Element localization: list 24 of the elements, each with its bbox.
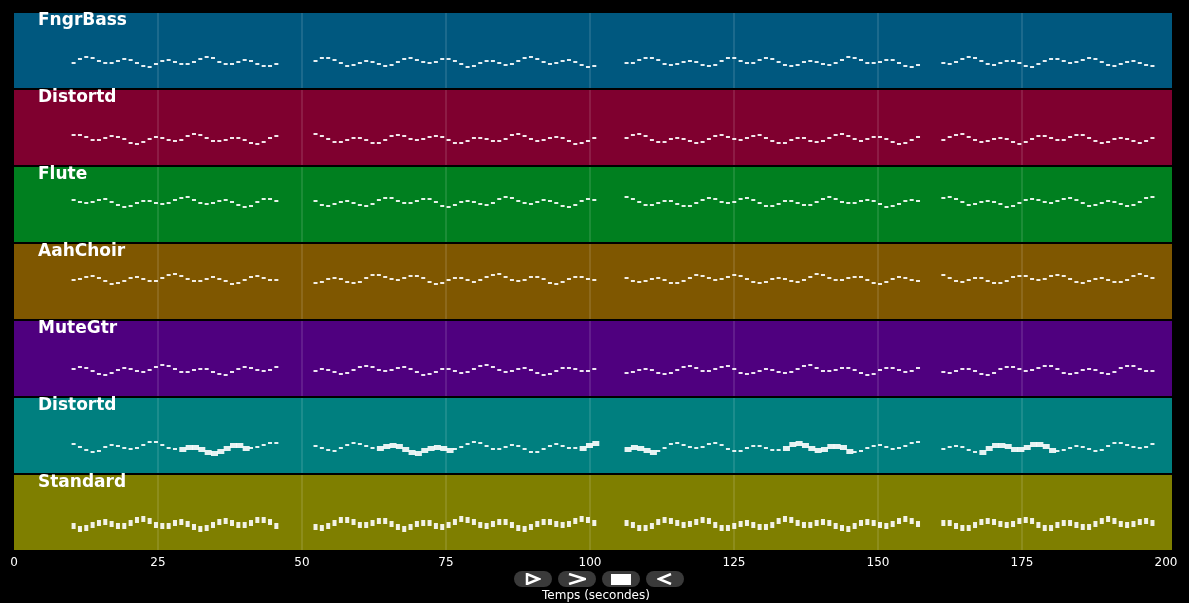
forward-button[interactable] bbox=[557, 571, 596, 587]
axis-tick-label: 100 bbox=[578, 555, 602, 569]
axis-tick-label: 75 bbox=[438, 555, 454, 569]
axis-tick-label: 175 bbox=[1010, 555, 1034, 569]
track-name: Standard bbox=[38, 471, 127, 491]
stop-icon bbox=[610, 573, 631, 585]
track-name: MuteGtr bbox=[38, 317, 118, 337]
axis-tick-label: 25 bbox=[150, 555, 166, 569]
axis-tick-label: 0 bbox=[10, 555, 18, 569]
axis-tick-label: 200 bbox=[1154, 555, 1178, 569]
play-button[interactable] bbox=[513, 571, 552, 587]
stop-button[interactable] bbox=[601, 571, 640, 587]
axis-tick-label: 50 bbox=[294, 555, 310, 569]
track-name: FngrBass bbox=[38, 9, 127, 29]
axis-tick-label: 150 bbox=[866, 555, 890, 569]
chevron-right-icon bbox=[567, 573, 586, 585]
reverse-button[interactable] bbox=[645, 571, 684, 587]
axis-tick-label: 125 bbox=[722, 555, 746, 569]
axis-label: Temps (secondes) bbox=[541, 588, 651, 602]
play-icon bbox=[524, 573, 541, 585]
track-name: Flute bbox=[38, 163, 88, 183]
track-name: Distortd bbox=[38, 86, 117, 106]
track-name: Distortd bbox=[38, 394, 117, 414]
track-name: AahChoir bbox=[38, 240, 126, 260]
